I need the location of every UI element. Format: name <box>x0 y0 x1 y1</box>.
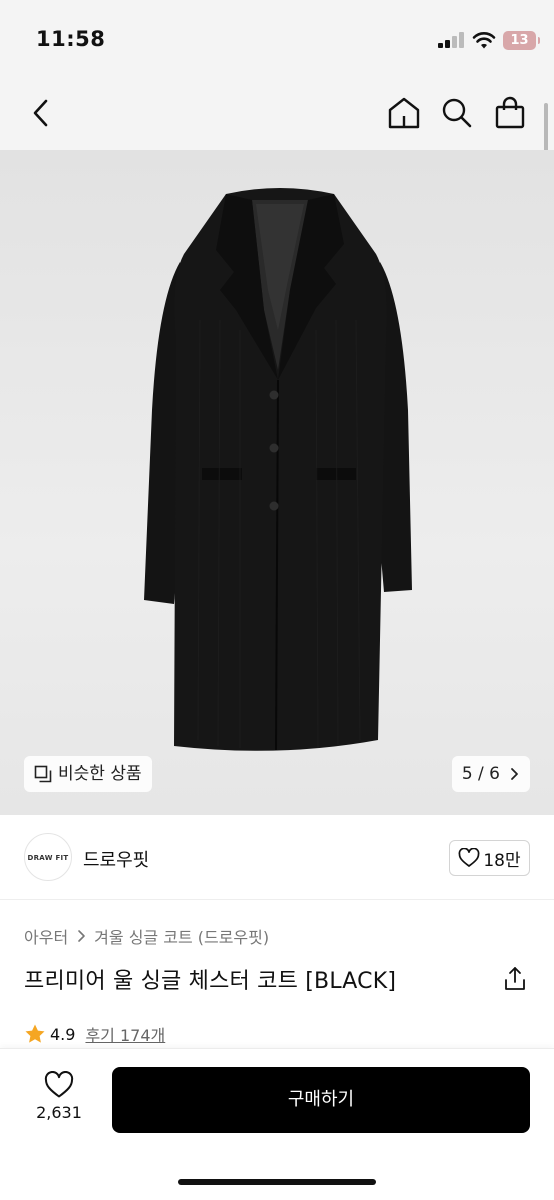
brand-like-button[interactable]: 18만 <box>449 840 530 876</box>
product-title: 프리미어 울 싱글 체스터 코트 [BLACK] <box>24 969 397 994</box>
signal-icon <box>438 32 466 48</box>
home-icon[interactable] <box>386 95 422 131</box>
brand-like-count: 18만 <box>483 850 521 871</box>
battery-icon: 13 <box>503 31 540 50</box>
breadcrumb-category[interactable]: 아우터 <box>24 924 68 948</box>
similar-items-icon <box>34 765 52 783</box>
nav-bar <box>0 80 554 150</box>
brand-row[interactable]: DRAW FIT 드로우핏 18만 <box>0 815 554 900</box>
search-icon[interactable] <box>439 95 475 131</box>
page-indicator-text: 5 / 6 <box>461 764 500 784</box>
product-image-coat <box>144 188 412 751</box>
status-bar: 11:58 13 <box>0 0 554 80</box>
similar-items-label: 비슷한 상품 <box>58 764 142 784</box>
reviews-link[interactable]: 후기 174개 <box>85 1022 165 1046</box>
chevron-right-icon <box>511 768 518 780</box>
star-icon <box>25 1024 45 1043</box>
chevron-right-icon <box>78 930 85 942</box>
wishlist-button[interactable]: 2,631 <box>24 1069 94 1122</box>
gallery-page-indicator[interactable]: 5 / 6 <box>451 756 530 792</box>
heart-icon <box>44 1071 74 1098</box>
breadcrumb: 아우터 겨울 싱글 코트 (드로우핏) <box>24 924 269 948</box>
home-indicator[interactable] <box>178 1179 376 1185</box>
similar-items-button[interactable]: 비슷한 상품 <box>24 756 152 792</box>
breadcrumb-subcategory[interactable]: 겨울 싱글 코트 (드로우핏) <box>94 924 269 948</box>
brand-logo[interactable]: DRAW FIT <box>24 833 72 881</box>
status-time: 11:58 <box>36 27 106 51</box>
buy-button[interactable]: 구매하기 <box>112 1067 530 1133</box>
brand-logo-text: DRAW FIT <box>27 854 69 862</box>
shopping-bag-icon[interactable] <box>492 95 528 131</box>
heart-icon <box>458 848 480 867</box>
share-icon[interactable] <box>503 966 527 992</box>
back-icon[interactable] <box>24 95 60 131</box>
wifi-icon <box>472 32 496 49</box>
brand-name[interactable]: 드로우핏 <box>83 846 149 872</box>
rating-row: 4.9 후기 174개 <box>24 1022 165 1046</box>
battery-level: 13 <box>510 33 529 48</box>
bottom-action-bar: 2,631 구매하기 <box>0 1048 554 1200</box>
product-image-gallery[interactable]: 비슷한 상품 5 / 6 <box>0 150 554 815</box>
rating-score: 4.9 <box>50 1024 76 1044</box>
wishlist-count: 2,631 <box>36 1103 82 1122</box>
scroll-indicator[interactable] <box>544 103 548 156</box>
